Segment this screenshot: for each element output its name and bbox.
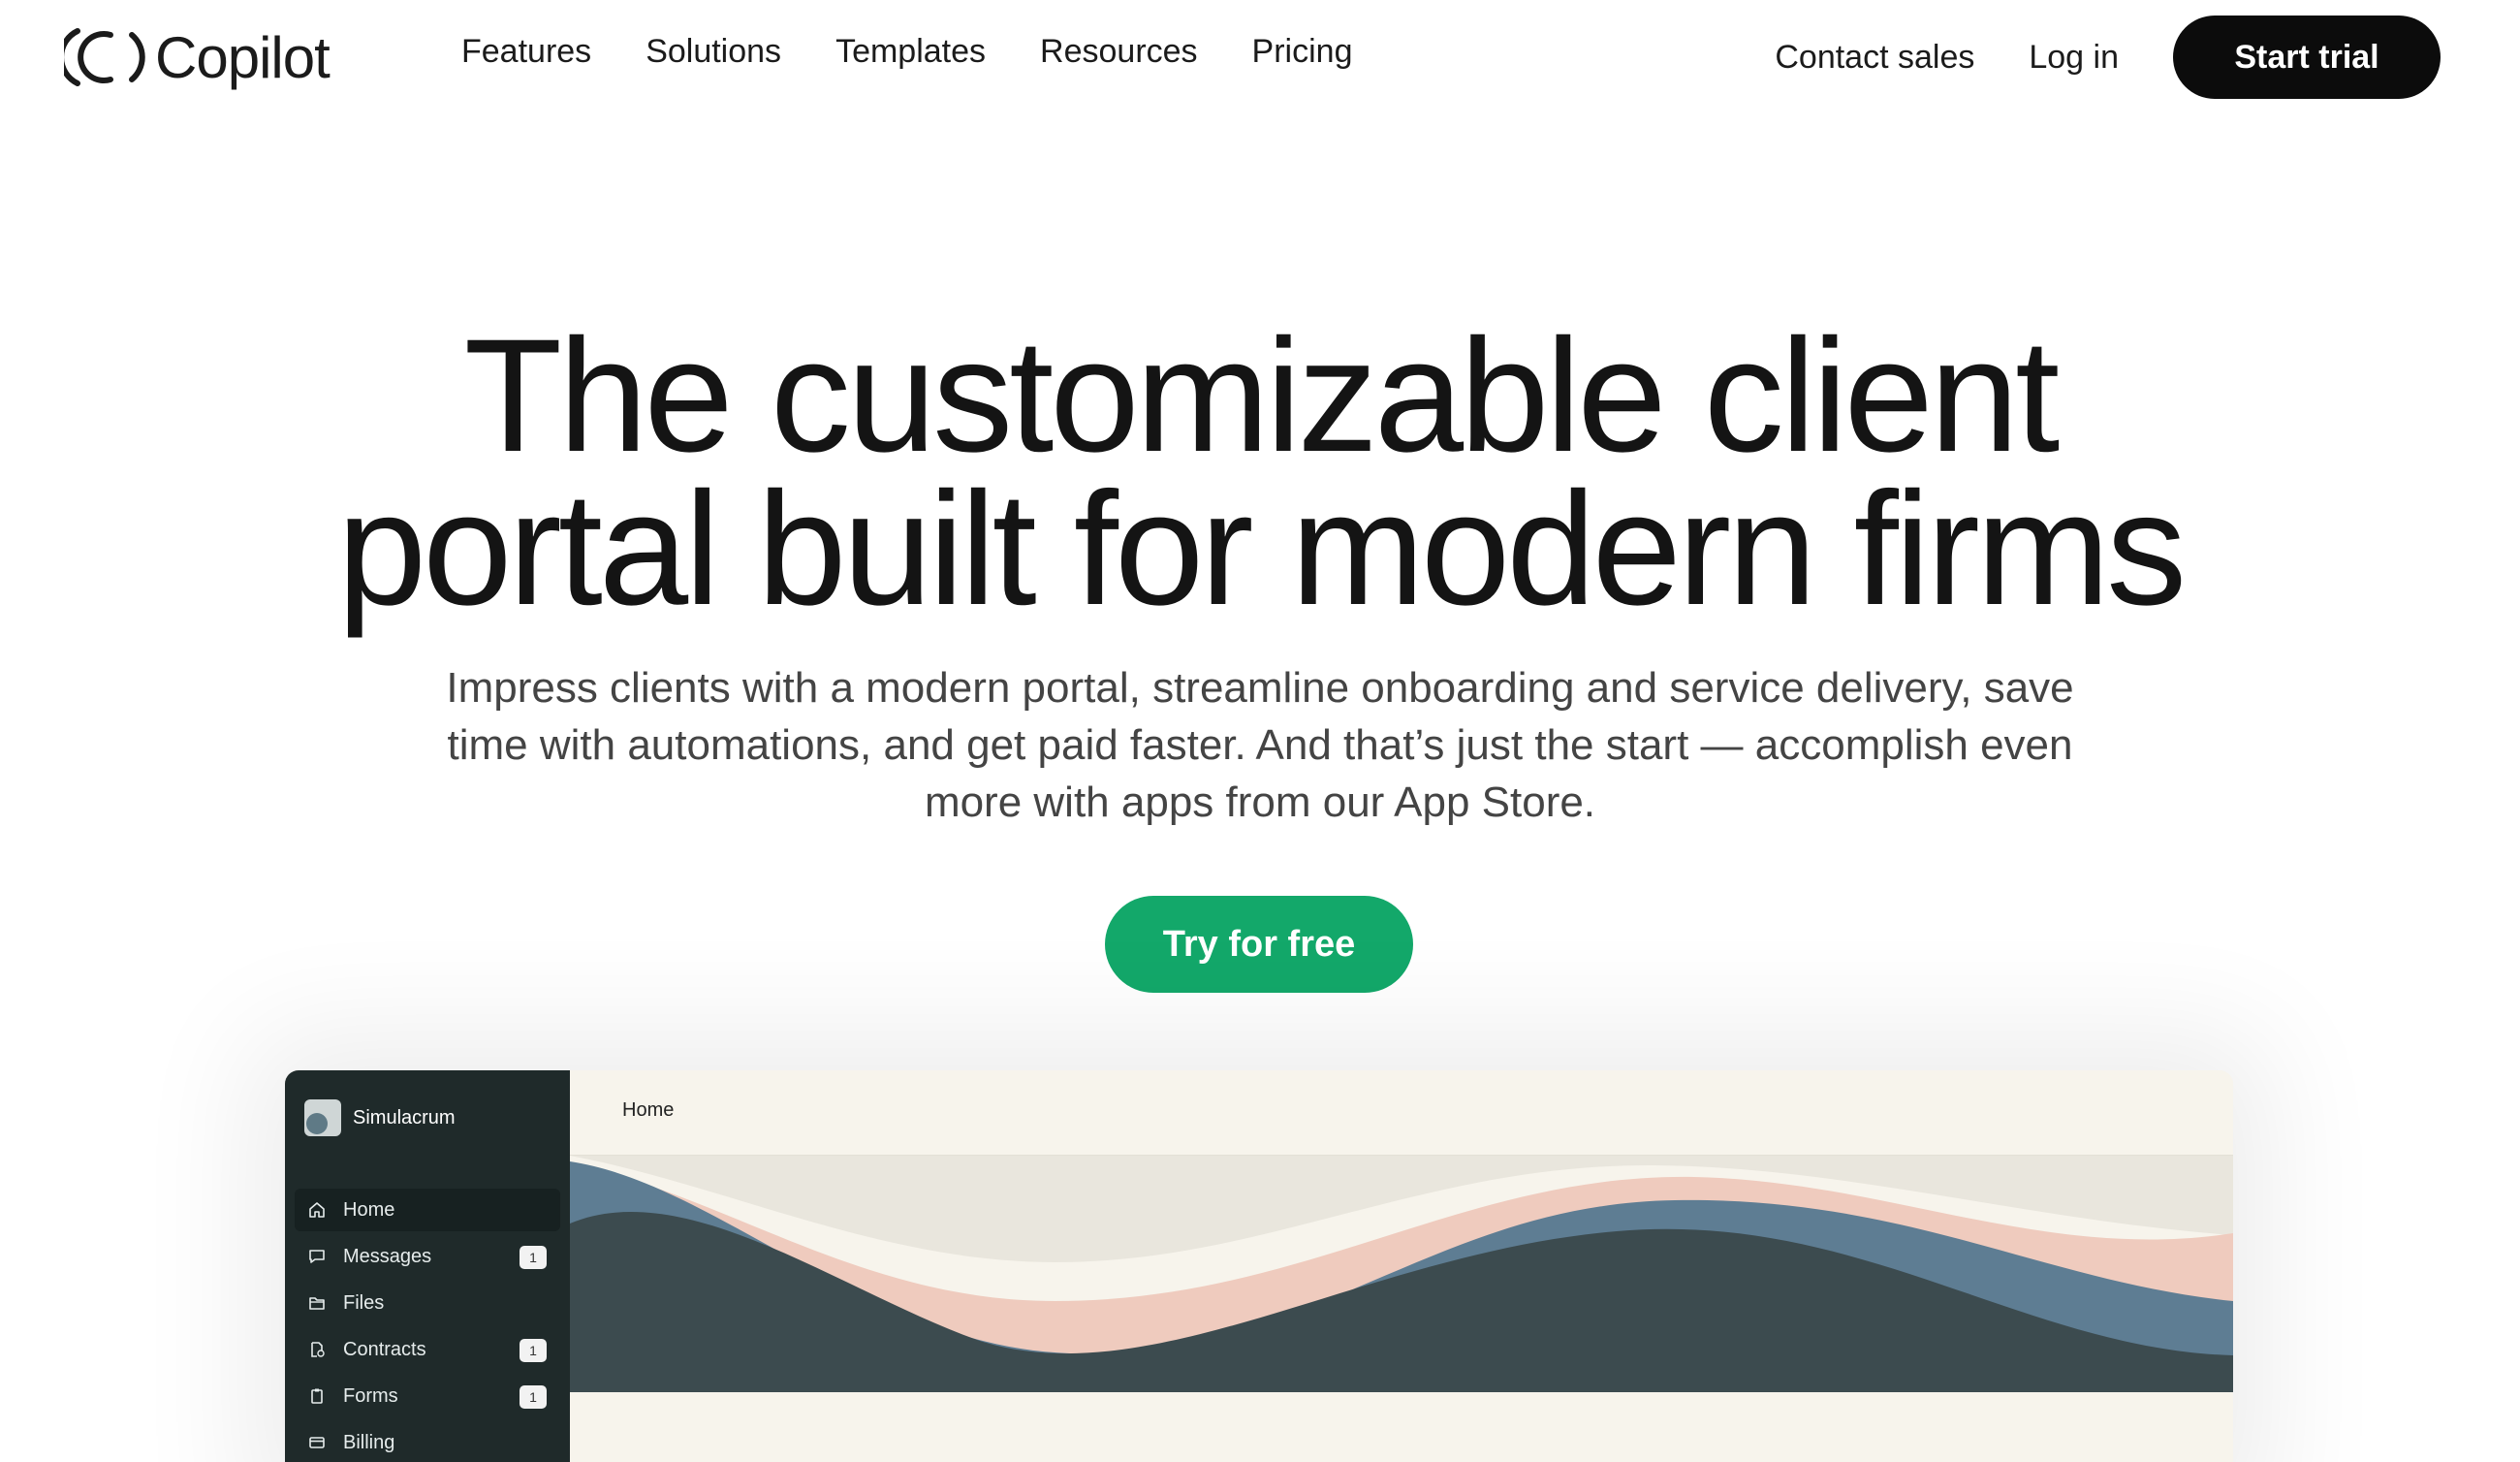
try-for-free-button[interactable]: Try for free (1105, 896, 1413, 993)
hero-subtitle-line-3: more with apps from our App Store. (924, 779, 1596, 826)
workspace-name: Simulacrum (353, 1106, 456, 1128)
unread-badge: 1 (520, 1339, 547, 1362)
login-link[interactable]: Log in (2029, 39, 2119, 77)
sidebar-item-label: Home (343, 1198, 395, 1221)
card-icon (308, 1434, 326, 1451)
contact-sales-link[interactable]: Contact sales (1775, 39, 1974, 77)
portal-preview: Simulacrum Home Messages 1 Files Contrac… (285, 1070, 2233, 1462)
nav-actions: Contact sales Log in Start trial (1775, 16, 2441, 99)
nav-link-pricing[interactable]: Pricing (1252, 33, 1353, 71)
top-nav: Copilot Features Solutions Templates Res… (0, 0, 2520, 114)
brand-name: Copilot (155, 24, 331, 90)
portal-page-title: Home (622, 1099, 675, 1121)
brand-logo[interactable]: Copilot (64, 21, 331, 93)
sidebar-item-label: Billing (343, 1431, 395, 1453)
hero-title-line-1: The customizable client (463, 306, 2061, 486)
sidebar-item-home[interactable]: Home (295, 1189, 560, 1231)
folder-icon (308, 1294, 326, 1312)
sidebar-item-label: Messages (343, 1245, 432, 1267)
sidebar-item-forms[interactable]: Forms 1 (295, 1375, 560, 1417)
hero-title: The customizable client portal built for… (0, 306, 2520, 639)
clipboard-icon (308, 1387, 326, 1405)
primary-nav: Features Solutions Templates Resources P… (461, 33, 1352, 71)
unread-badge: 1 (520, 1385, 547, 1409)
nav-link-features[interactable]: Features (461, 33, 591, 71)
sidebar-item-contracts[interactable]: Contracts 1 (295, 1328, 560, 1371)
portal-main: Home (570, 1070, 2233, 1462)
hero-subtitle-line-2: time with automations, and get paid fast… (447, 721, 2073, 769)
portal-sidebar: Simulacrum Home Messages 1 Files Contrac… (285, 1070, 570, 1462)
start-trial-button[interactable]: Start trial (2173, 16, 2441, 99)
sidebar-item-files[interactable]: Files (295, 1282, 560, 1324)
sidebar-item-label: Files (343, 1291, 385, 1314)
message-icon (308, 1248, 326, 1265)
nav-link-resources[interactable]: Resources (1040, 33, 1198, 71)
portal-nav: Home Messages 1 Files Contracts 1 Forms … (295, 1189, 560, 1462)
portal-header: Home (570, 1070, 2233, 1156)
unread-badge: 1 (520, 1246, 547, 1269)
hero-subtitle: Impress clients with a modern portal, st… (388, 659, 2132, 831)
landing-page: Copilot Features Solutions Templates Res… (0, 0, 2520, 1462)
workspace-switcher[interactable]: Simulacrum (304, 1099, 456, 1136)
sidebar-item-label: Forms (343, 1384, 398, 1407)
contract-icon (308, 1341, 326, 1358)
copilot-logo-icon (64, 28, 145, 86)
home-icon (308, 1201, 326, 1219)
wave-banner-image (570, 1156, 2233, 1392)
workspace-avatar (304, 1099, 341, 1136)
nav-link-templates[interactable]: Templates (835, 33, 986, 71)
sidebar-item-label: Contracts (343, 1338, 426, 1360)
sidebar-item-messages[interactable]: Messages 1 (295, 1235, 560, 1278)
hero-subtitle-line-1: Impress clients with a modern portal, st… (446, 664, 2074, 712)
hero-title-line-2: portal built for modern firms (336, 460, 2187, 639)
nav-link-solutions[interactable]: Solutions (646, 33, 781, 71)
sidebar-item-billing[interactable]: Billing (295, 1421, 560, 1462)
